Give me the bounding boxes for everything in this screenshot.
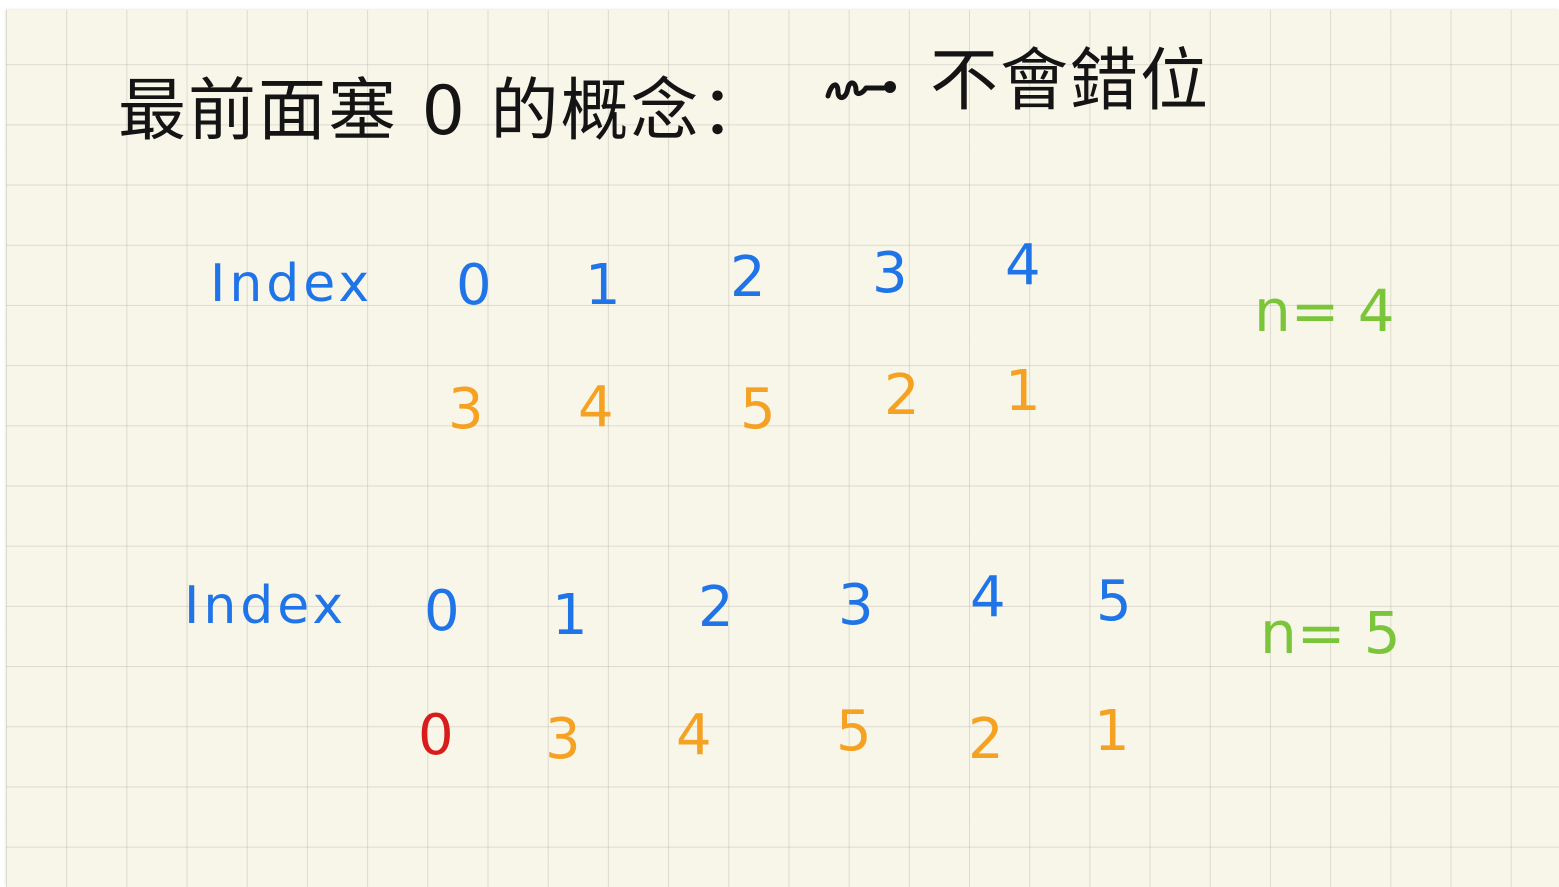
note-canvas: 最前面塞 0 的概念： 不會錯位 Index 0 1 2 3 4 3 4 5 2… bbox=[0, 0, 1559, 887]
n-label: n= 4 bbox=[1254, 277, 1395, 345]
index-label: Index bbox=[184, 576, 348, 636]
index-value: 2 bbox=[730, 245, 766, 310]
note-title-prefix: 最前面塞 0 的概念： bbox=[118, 72, 771, 151]
array-value: 1 bbox=[1005, 359, 1041, 424]
index-value: 0 bbox=[456, 253, 492, 318]
index-value: 1 bbox=[552, 583, 588, 648]
array-value: 3 bbox=[448, 377, 484, 442]
array-value: 2 bbox=[884, 363, 920, 428]
index-value: 4 bbox=[970, 565, 1006, 630]
index-value: 1 bbox=[585, 253, 621, 318]
index-value: 2 bbox=[698, 575, 734, 640]
array-value: 5 bbox=[740, 377, 776, 442]
index-value: 5 bbox=[1096, 569, 1132, 634]
note-title-suffix: 不會錯位 bbox=[930, 42, 1211, 121]
array-value: 5 bbox=[836, 699, 872, 764]
array-value: 4 bbox=[676, 703, 712, 768]
index-value: 3 bbox=[872, 241, 908, 306]
scribble-arrow-icon bbox=[825, 80, 896, 100]
index-label: Index bbox=[210, 254, 374, 314]
index-value: 0 bbox=[424, 579, 460, 644]
array-value: 2 bbox=[968, 707, 1004, 772]
n-label: n= 5 bbox=[1260, 599, 1401, 667]
index-value: 3 bbox=[838, 573, 874, 638]
array-value: 4 bbox=[578, 375, 614, 440]
array-value: 3 bbox=[545, 707, 581, 772]
array-value-padded-zero: 0 bbox=[418, 703, 454, 768]
index-value: 4 bbox=[1005, 233, 1041, 298]
array-value: 1 bbox=[1094, 699, 1130, 764]
